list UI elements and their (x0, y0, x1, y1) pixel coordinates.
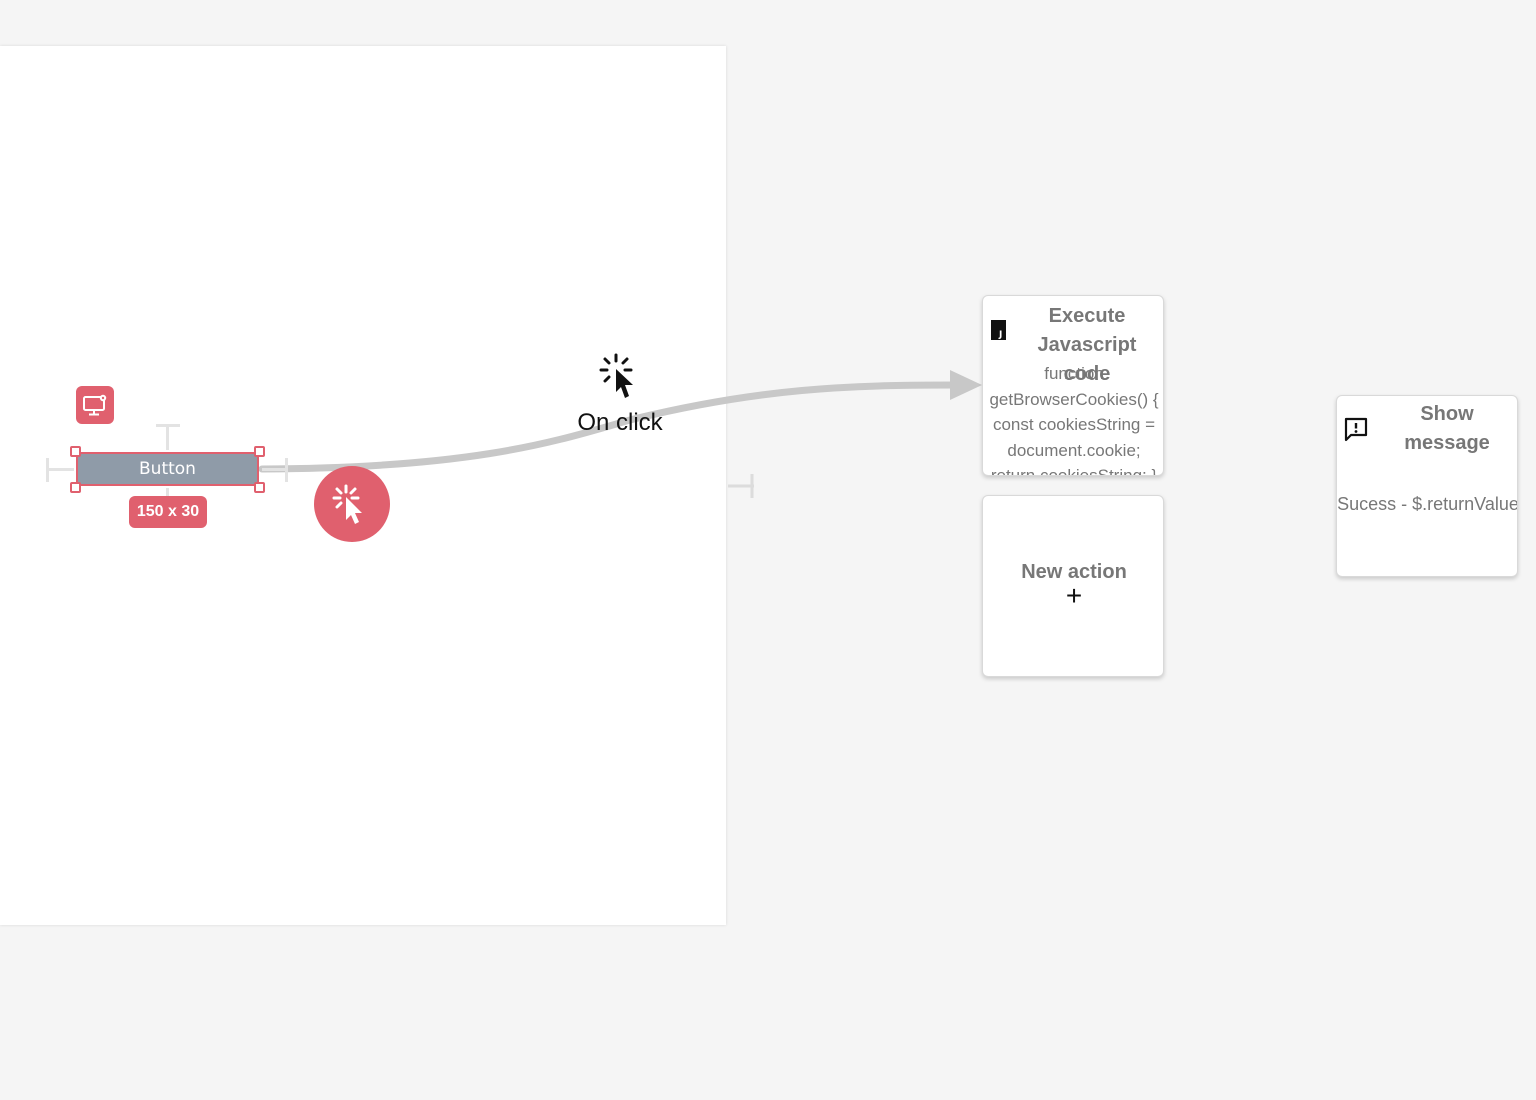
guide-left (48, 468, 74, 471)
guide-top-cap (156, 424, 180, 427)
guide-left-cap (46, 458, 49, 482)
execute-javascript-card[interactable]: J Execute Javascript code function getBr… (982, 295, 1164, 476)
guide-right (262, 468, 286, 471)
resize-handle-top-left[interactable] (70, 446, 81, 457)
flow-arrowhead (950, 370, 982, 400)
message-alert-icon (1344, 417, 1368, 442)
show-message-title: Show message (1404, 403, 1490, 454)
selected-button-element[interactable]: Button (76, 452, 259, 486)
screen-settings-icon (83, 394, 107, 416)
javascript-code-preview: function getBrowserCookies() { const coo… (989, 364, 1159, 476)
guide-top (166, 426, 169, 450)
svg-text:J: J (998, 330, 1002, 340)
on-click-label: On click (577, 409, 663, 436)
on-click-trigger[interactable]: On click (570, 352, 670, 437)
new-action-card[interactable]: New action + (982, 495, 1164, 677)
trigger-button[interactable] (314, 466, 390, 542)
plus-icon: + (1065, 580, 1083, 611)
cursor-click-icon (332, 484, 362, 524)
flow-connector (258, 370, 982, 498)
resize-handle-bottom-left[interactable] (70, 482, 81, 493)
show-message-card[interactable]: Show message Sucess - $.returnValue (1336, 395, 1518, 577)
canvas-edge-guide (728, 474, 754, 498)
resize-handle-bottom-right[interactable] (254, 482, 265, 493)
guide-right-cap (285, 458, 288, 482)
cursor-click-icon (599, 353, 633, 398)
button-element-label: Button (139, 459, 196, 479)
element-size-label: 150 x 30 (136, 503, 200, 520)
element-size-tag: 150 x 30 (129, 496, 207, 528)
show-message-text: Sucess - $.returnValue (1337, 494, 1518, 514)
js-file-icon: J (991, 320, 1006, 340)
resize-handle-top-right[interactable] (254, 446, 265, 457)
screen-settings-badge[interactable] (76, 386, 114, 424)
